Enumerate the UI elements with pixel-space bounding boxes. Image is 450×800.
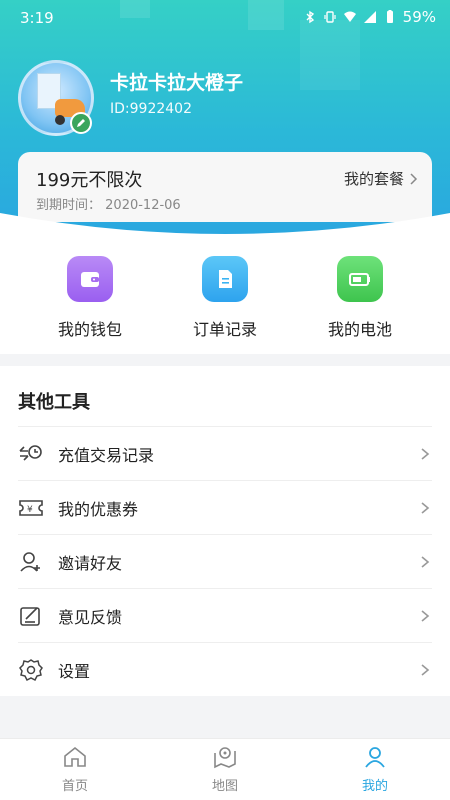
battery-icon	[337, 256, 383, 302]
my-plan-link[interactable]: 我的套餐	[344, 168, 418, 189]
edit-avatar-button[interactable]	[70, 112, 92, 134]
tool-item-label: 邀请好友	[58, 553, 123, 573]
tab-home[interactable]: 首页	[30, 745, 120, 794]
chevron-right-icon	[421, 501, 430, 514]
avatar-wheel	[55, 115, 65, 125]
pencil-icon	[77, 119, 85, 127]
status-bar: 3:19 59%	[0, 0, 450, 36]
recharge-record-icon	[18, 441, 44, 467]
plan-expire-date: 2020-12-06	[105, 198, 181, 213]
tab-label: 首页	[61, 779, 88, 794]
plan-card[interactable]: 199元不限次 到期时间： 2020-12-06 我的套餐	[18, 152, 432, 222]
map-icon	[214, 747, 236, 769]
wallet-icon	[67, 256, 113, 302]
quick-action-orders[interactable]: 订单记录	[175, 256, 275, 340]
tool-item-settings[interactable]: 设置	[18, 642, 432, 696]
invite-friend-icon	[18, 549, 44, 575]
plan-expire-label: 到期时间：	[36, 198, 102, 213]
tab-mine[interactable]: 我的	[330, 745, 420, 794]
quick-actions: 我的钱包 订单记录 我的电池	[0, 238, 450, 354]
bluetooth-icon	[306, 10, 314, 24]
tool-item-feedback[interactable]: 意见反馈	[18, 588, 432, 642]
battery-status-icon	[386, 10, 393, 23]
tab-label: 我的	[361, 779, 388, 794]
chevron-right-icon	[421, 555, 430, 568]
chevron-right-icon	[421, 609, 430, 622]
chevron-right-icon	[421, 663, 430, 676]
tool-item-label: 意见反馈	[58, 607, 123, 627]
quick-action-label: 订单记录	[192, 320, 257, 339]
svg-text:¥: ¥	[27, 505, 33, 515]
coupon-icon: ¥	[18, 495, 44, 521]
feedback-icon	[18, 603, 44, 629]
tool-item-label: 设置	[58, 661, 91, 681]
user-icon	[365, 747, 385, 768]
plan-expire: 到期时间： 2020-12-06	[36, 194, 181, 213]
section-title: 其他工具	[18, 392, 90, 413]
signal-icon	[363, 11, 376, 23]
quick-action-battery[interactable]: 我的电池	[310, 256, 410, 340]
quick-action-label: 我的钱包	[57, 320, 122, 339]
home-icon	[64, 746, 86, 767]
quick-action-label: 我的电池	[327, 320, 392, 339]
gear-icon	[18, 657, 44, 683]
tool-item-invite-friends[interactable]: 邀请好友	[18, 534, 432, 588]
tab-label: 地图	[211, 779, 238, 794]
quick-action-wallet[interactable]: 我的钱包	[40, 256, 140, 340]
chevron-right-icon	[421, 447, 430, 460]
user-name: 卡拉卡拉大橙子	[110, 72, 244, 94]
document-icon	[202, 256, 248, 302]
status-time: 3:19	[20, 9, 54, 27]
status-icons: 59%	[303, 8, 436, 26]
tool-item-recharge-records[interactable]: 充值交易记录	[18, 426, 432, 480]
tool-item-label: 我的优惠券	[58, 499, 139, 519]
chevron-right-icon	[410, 172, 418, 185]
tool-item-label: 充值交易记录	[58, 445, 155, 465]
plan-title: 199元不限次	[36, 170, 143, 191]
my-plan-label: 我的套餐	[343, 170, 404, 188]
battery-percent: 59%	[402, 8, 436, 26]
bottom-tab-bar: 首页 地图 我的	[0, 738, 450, 800]
tool-item-coupons[interactable]: ¥ 我的优惠券	[18, 480, 432, 534]
user-id: ID:9922402	[110, 101, 192, 117]
tab-map[interactable]: 地图	[180, 745, 270, 794]
vibrate-icon	[324, 11, 336, 23]
other-tools-section: 其他工具 充值交易记录 ¥ 我的优惠券 邀请好友 意见反馈 设置	[0, 366, 450, 696]
wifi-icon	[343, 11, 356, 22]
